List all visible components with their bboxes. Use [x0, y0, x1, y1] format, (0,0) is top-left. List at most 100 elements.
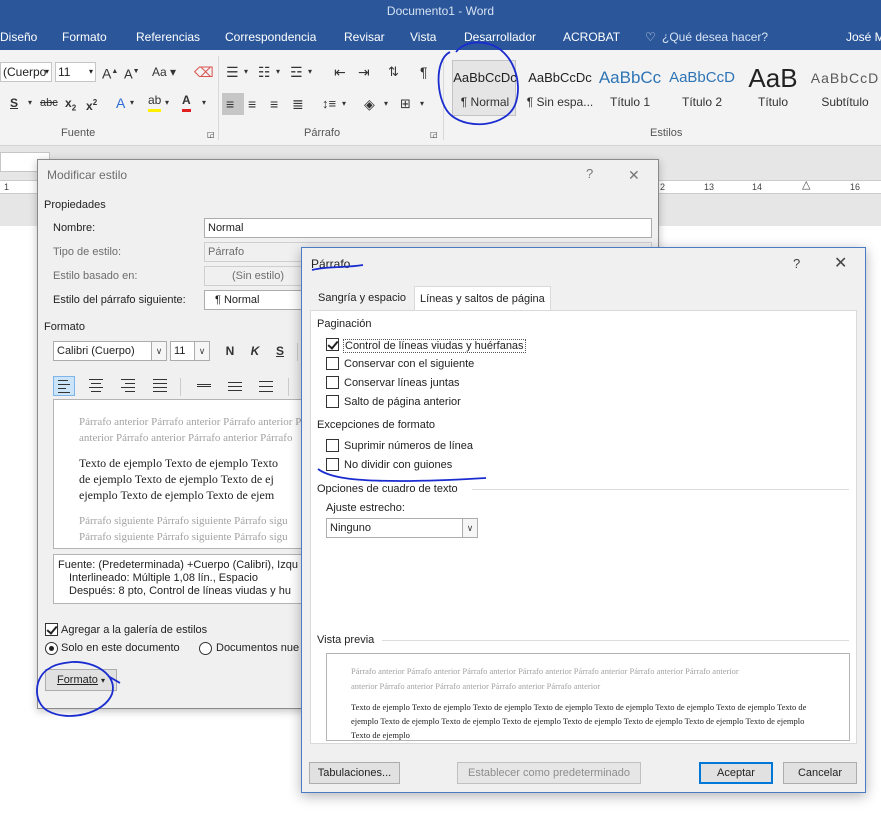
tell-me-search[interactable]: ¿Qué desea hacer?	[662, 22, 768, 50]
grow-font-icon[interactable]: A▲	[102, 62, 118, 82]
size-select-value: 11	[174, 345, 186, 357]
keep-with-next-label: Conservar con el siguiente	[344, 358, 475, 370]
justify-icon[interactable]: ≣	[292, 94, 304, 114]
only-document-radio[interactable]	[45, 642, 58, 655]
tight-wrap-select[interactable]: Ninguno ∨	[326, 518, 478, 538]
increase-indent-icon[interactable]: ⇥	[358, 62, 370, 82]
shrink-font-icon[interactable]: A▼	[124, 62, 140, 82]
single-spacing-button[interactable]	[193, 376, 215, 396]
dropdown-icon[interactable]: ▾	[244, 62, 248, 82]
preview-previous-paragraph: Párrafo anterior Párrafo anterior Párraf…	[351, 664, 739, 694]
font-select[interactable]: Calibri (Cuerpo) ∨	[53, 341, 167, 361]
dont-hyphenate-checkbox[interactable]	[326, 458, 339, 471]
bold-button[interactable]: N	[218, 341, 242, 361]
dropdown-icon[interactable]: ▾	[130, 93, 134, 113]
based-on-select[interactable]: (Sin estilo)	[204, 266, 309, 286]
multilevel-list-icon[interactable]: ☲	[290, 62, 303, 82]
style-title[interactable]: AaB Título	[737, 62, 809, 122]
set-default-button[interactable]: Establecer como predeterminado	[457, 762, 641, 784]
dropdown-icon[interactable]: ▾	[308, 62, 312, 82]
decrease-indent-icon[interactable]: ⇤	[334, 62, 346, 82]
close-button[interactable]: ✕	[628, 167, 640, 183]
tab-desarrollador[interactable]: Desarrollador	[464, 22, 536, 50]
help-button[interactable]: ?	[793, 256, 800, 271]
clear-format-icon[interactable]: ⌫	[194, 62, 214, 82]
add-gallery-checkbox[interactable]	[45, 623, 58, 636]
dropdown-icon[interactable]: ▾	[342, 94, 346, 114]
tab-acrobat[interactable]: ACROBAT	[563, 22, 620, 50]
tab-formato[interactable]: Formato	[62, 22, 107, 50]
double-spacing-button[interactable]	[255, 376, 277, 396]
style-subtitle[interactable]: AaBbCcD Subtítulo	[809, 62, 881, 122]
new-documents-radio[interactable]	[199, 642, 212, 655]
tab-referencias[interactable]: Referencias	[136, 22, 200, 50]
justify-button[interactable]	[149, 376, 171, 396]
bullets-icon[interactable]: ☰	[226, 62, 239, 82]
paragraph-dialog-launcher-icon[interactable]: ◲	[430, 125, 438, 145]
line-spacing-icon[interactable]: ↕≡	[322, 94, 336, 114]
style-normal[interactable]: AaBbCcDc ¶ Normal	[450, 62, 520, 122]
user-name[interactable]: José M	[846, 22, 881, 50]
dropdown-icon[interactable]: ▾	[276, 62, 280, 82]
underline-button[interactable]: S	[268, 341, 292, 361]
close-button[interactable]: ✕	[834, 256, 847, 272]
suppress-line-numbers-checkbox[interactable]	[326, 439, 339, 452]
dropdown-icon[interactable]: ▾	[202, 93, 206, 113]
next-style-select[interactable]: ¶ Normal	[204, 290, 309, 310]
dropdown-icon[interactable]: ▾	[165, 93, 169, 113]
tabs-button[interactable]: Tabulaciones...	[309, 762, 400, 784]
size-select[interactable]: 11 ∨	[170, 341, 210, 361]
keep-with-next-checkbox[interactable]	[326, 357, 339, 370]
tab-revisar[interactable]: Revisar	[344, 22, 385, 50]
format-menu-button[interactable]: Formato ▾	[45, 669, 117, 691]
font-size-combo[interactable]: 11 ▾	[55, 62, 96, 82]
style-no-spacing[interactable]: AaBbCcDc ¶ Sin espa...	[524, 62, 596, 122]
tab-diseno[interactable]: Diseño	[0, 22, 37, 50]
group-separator	[218, 56, 219, 140]
help-button[interactable]: ?	[586, 166, 593, 181]
align-center-icon[interactable]: ≡	[248, 94, 256, 114]
tab-correspondencia[interactable]: Correspondencia	[225, 22, 316, 50]
keep-lines-together-checkbox[interactable]	[326, 376, 339, 389]
change-case-icon[interactable]: Aa ▾	[152, 62, 176, 82]
font-color-icon[interactable]: A	[182, 93, 191, 112]
align-left-button[interactable]	[53, 376, 75, 396]
text-effects-icon[interactable]: A	[116, 93, 125, 113]
one-half-spacing-button[interactable]	[224, 376, 246, 396]
preview-sample-text: Texto de ejemplo Texto de ejemplo Texto …	[351, 700, 806, 740]
align-center-button[interactable]	[85, 376, 107, 396]
divider	[180, 378, 181, 396]
shading-icon[interactable]: ◈	[364, 94, 375, 114]
style-heading-1[interactable]: AaBbCc Título 1	[594, 62, 666, 122]
only-document-label: Solo en este documento	[61, 642, 180, 654]
numbering-icon[interactable]: ☷	[258, 62, 271, 82]
ok-button[interactable]: Aceptar	[699, 762, 773, 784]
align-right-button[interactable]	[117, 376, 139, 396]
style-heading-2[interactable]: AaBbCcD Título 2	[666, 62, 738, 122]
cancel-button[interactable]: Cancelar	[783, 762, 857, 784]
tab-vista[interactable]: Vista	[410, 22, 436, 50]
indent-marker-icon[interactable]: △	[802, 179, 810, 191]
show-marks-icon[interactable]: ¶	[420, 62, 428, 82]
preview-line: Párrafo anterior Párrafo anterior Párraf…	[351, 666, 739, 676]
italic-button[interactable]: K	[243, 341, 267, 361]
subscript-icon[interactable]: x2	[65, 93, 76, 113]
ribbon: (Cuerpo ▾ 11 ▾ A▲ A▼ Aa ▾ ⌫ S ▾ abc x2 x2 …	[0, 50, 881, 146]
strikethrough-icon[interactable]: abc	[40, 93, 58, 113]
dropdown-icon[interactable]: ▾	[28, 93, 32, 113]
font-name-combo[interactable]: (Cuerpo ▾	[0, 62, 52, 82]
dropdown-icon[interactable]: ▾	[384, 94, 388, 114]
tab-indent-spacing[interactable]: Sangría y espacio	[313, 286, 411, 310]
align-right-icon[interactable]: ≡	[270, 94, 278, 114]
superscript-icon[interactable]: x2	[86, 93, 97, 113]
highlight-icon[interactable]: ab	[148, 93, 162, 112]
page-break-before-checkbox[interactable]	[326, 395, 339, 408]
name-input[interactable]: Normal	[204, 218, 652, 238]
widow-control-checkbox[interactable]	[326, 338, 339, 351]
sort-icon[interactable]: ⇅	[388, 62, 399, 82]
font-dialog-launcher-icon[interactable]: ◲	[207, 125, 215, 145]
borders-icon[interactable]: ⊞	[400, 94, 411, 114]
dropdown-icon[interactable]: ▾	[420, 94, 424, 114]
underline-icon[interactable]: S	[10, 93, 18, 113]
tab-line-page-breaks[interactable]: Líneas y saltos de página	[414, 286, 551, 311]
